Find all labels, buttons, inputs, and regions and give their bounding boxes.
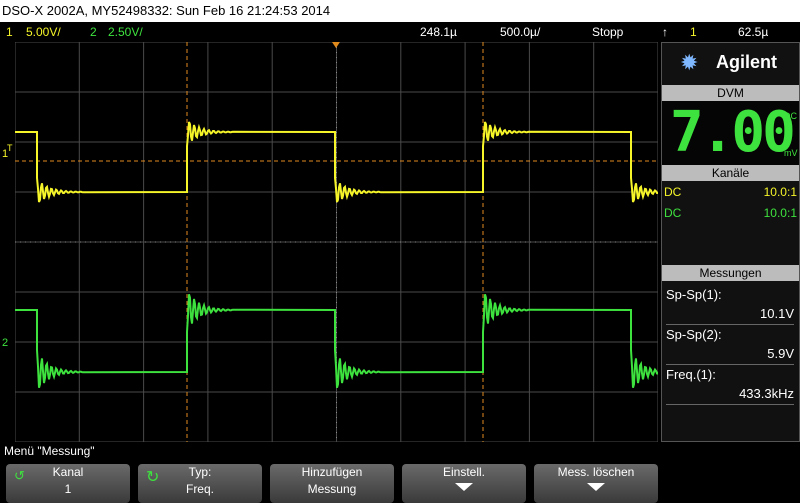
channel-row-2: DC 10.0:1 (662, 203, 799, 223)
agilent-spark-icon: ✹ (680, 50, 699, 75)
waveform-canvas (14, 41, 678, 443)
channel-1-coupling: DC (664, 185, 682, 199)
ch1-number: 1 (6, 25, 13, 39)
measurements-header: Messungen (662, 265, 799, 281)
run-state: Stopp (592, 25, 624, 39)
measurement-value: 433.3kHz (739, 386, 794, 401)
channel-2-coupling: DC (664, 206, 682, 220)
dvm-unit: mV (784, 148, 798, 158)
measurement-label: Sp-Sp(1): (666, 287, 722, 302)
trigger-position-marker (332, 42, 340, 48)
dvm-readout: 7.00 DC mV (662, 101, 799, 165)
side-panel: ✹ Agilent DVM 7.00 DC mV Kanäle DC 10.0:… (661, 42, 800, 442)
menu-title: Menü "Messung" (4, 444, 95, 458)
softkey-settings[interactable]: Einstell. (402, 464, 526, 503)
channel-row-1: DC 10.0:1 (662, 182, 799, 202)
softkey-type[interactable]: ↻ Typ: Freq. (138, 464, 262, 503)
measurement-value: 10.1V (760, 306, 794, 321)
time-offset: 248.1µ (420, 25, 457, 39)
softkey-clear-label: Mess. löschen (557, 465, 635, 479)
measurement-divider (666, 364, 794, 365)
ch1-scale: 5.00V/ (26, 25, 61, 39)
channel-1-probe: 10.0:1 (763, 185, 797, 199)
softkey-bar: ↺ Kanal 1 ↻ Typ: Freq. Hinzufügen Messun… (0, 460, 800, 503)
arrow-down-icon (455, 483, 473, 491)
ch2-number: 2 (90, 25, 97, 39)
title-bar: DSO-X 2002A, MY52498332: Sun Feb 16 21:2… (0, 0, 800, 22)
measurement-divider (666, 324, 794, 325)
measurement-label: Freq.(1): (666, 367, 716, 382)
trigger-level: 62.5µ (738, 25, 769, 39)
measurement-divider (666, 404, 794, 405)
softkey-add-value: Messung (307, 482, 357, 496)
arrow-down-icon (587, 483, 605, 491)
trigger-edge-icon: ↑ (662, 25, 668, 39)
measurement-value: 5.9V (767, 346, 794, 361)
softkey-settings-label: Einstell. (442, 465, 486, 479)
status-bar: 1 5.00V/ 2 2.50V/ 248.1µ 500.0µ/ Stopp ↑… (0, 22, 800, 42)
trigger-level-marker[interactable]: T (7, 143, 13, 153)
trigger-channel: 1 (690, 25, 697, 39)
dvm-value: 7.00 (670, 100, 796, 165)
window-title: DSO-X 2002A, MY52498332: Sun Feb 16 21:2… (2, 3, 331, 18)
dvm-header: DVM (662, 85, 799, 101)
ch2-ground-marker[interactable]: 2 (2, 337, 8, 349)
ch2-scale: 2.50V/ (108, 25, 143, 39)
brand-logo-text: Agilent (716, 52, 777, 72)
waveform-display[interactable] (14, 41, 678, 443)
brand-header: ✹ Agilent (662, 43, 799, 83)
softkey-channel[interactable]: ↺ Kanal 1 (6, 464, 130, 503)
rotate-knob-icon: ↻ (146, 469, 160, 486)
time-scale: 500.0µ/ (500, 25, 541, 39)
softkey-add-label: Hinzufügen (301, 465, 363, 479)
channels-header: Kanäle (662, 165, 799, 181)
channel-2-probe: 10.0:1 (763, 206, 797, 220)
softkey-clear-measurements[interactable]: Mess. löschen (534, 464, 658, 503)
rotate-knob-icon: ↺ (14, 468, 25, 483)
softkey-add-measurement[interactable]: Hinzufügen Messung (270, 464, 394, 503)
dvm-coupling: DC (784, 111, 797, 121)
measurement-label: Sp-Sp(2): (666, 327, 722, 342)
